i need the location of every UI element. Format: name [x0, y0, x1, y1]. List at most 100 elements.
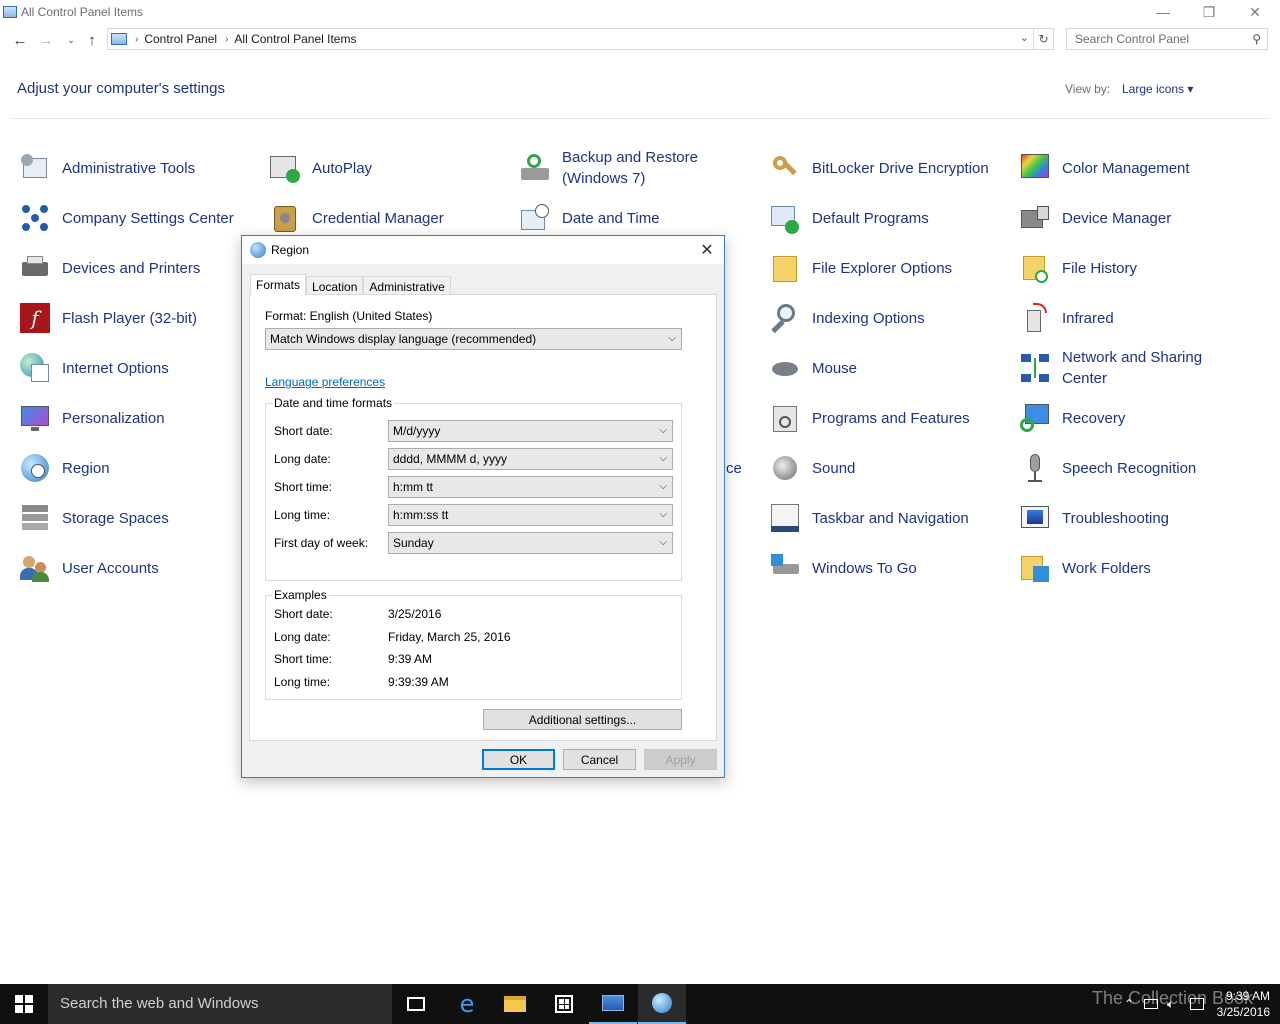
cp-item-mouse[interactable]: Mouse	[769, 348, 857, 388]
windows-to-go-icon	[769, 552, 801, 584]
work-folders-icon	[1019, 552, 1051, 584]
task-view-icon[interactable]	[392, 984, 440, 1024]
up-arrow-icon[interactable]: ↑	[82, 27, 102, 53]
close-window-button[interactable]: ✕	[1232, 0, 1278, 24]
chevron-down-icon: ⌵	[659, 453, 667, 464]
ok-button[interactable]: OK	[482, 749, 555, 770]
forward-arrow-icon[interactable]: →	[36, 27, 56, 53]
maximize-button[interactable]: ❐	[1186, 0, 1232, 24]
tab-administrative[interactable]: Administrative	[363, 276, 451, 295]
control-panel-taskbar-icon[interactable]	[589, 984, 637, 1024]
cp-item-file-history[interactable]: File History	[1019, 248, 1137, 288]
example-long-date-label: Long date:	[274, 630, 331, 644]
short-time-label: Short time:	[274, 480, 333, 494]
short-date-dropdown[interactable]: M/d/yyyy ⌵	[388, 420, 673, 442]
long-date-dropdown[interactable]: dddd, MMMM d, yyyy ⌵	[388, 448, 673, 470]
cp-item-flash-player[interactable]: f Flash Player (32-bit)	[19, 298, 197, 338]
taskbar-search-input[interactable]: Search the web and Windows	[48, 984, 392, 1024]
header-divider	[12, 118, 1268, 119]
cp-item-region[interactable]: Region	[19, 448, 110, 488]
cp-item-user-accounts[interactable]: User Accounts	[19, 548, 159, 588]
speaker-icon	[769, 452, 801, 484]
device-manager-icon	[1019, 202, 1051, 234]
cp-item-color-management[interactable]: Color Management	[1019, 148, 1190, 188]
cp-item-taskbar-and-navigation[interactable]: Taskbar and Navigation	[769, 498, 969, 538]
edge-browser-icon[interactable]: e	[443, 984, 491, 1024]
example-short-date-label: Short date:	[274, 607, 333, 621]
store-icon[interactable]	[540, 984, 588, 1024]
search-input[interactable]: Search Control Panel ⚲	[1066, 28, 1268, 50]
network-tray-icon[interactable]	[1144, 984, 1158, 1024]
region-taskbar-icon[interactable]	[638, 984, 686, 1024]
tab-formats[interactable]: Formats	[250, 274, 307, 295]
cp-item-date-and-time[interactable]: Date and Time	[519, 198, 660, 238]
cp-item-network-and-sharing[interactable]: Network and Sharing Center	[1019, 348, 1232, 388]
breadcrumb-chevron-icon[interactable]: ›	[135, 34, 138, 45]
cp-item-bitlocker[interactable]: BitLocker Drive Encryption	[769, 148, 989, 188]
cp-item-company-settings-center[interactable]: Company Settings Center	[19, 198, 234, 238]
cp-item-backup-and-restore[interactable]: Backup and Restore (Windows 7)	[519, 148, 712, 188]
cp-item-windows-to-go[interactable]: Windows To Go	[769, 548, 917, 588]
minimize-button[interactable]: —	[1140, 0, 1186, 24]
first-day-of-week-dropdown[interactable]: Sunday ⌵	[388, 532, 673, 554]
cp-item-recovery[interactable]: Recovery	[1019, 398, 1125, 438]
cp-item-administrative-tools[interactable]: Administrative Tools	[19, 148, 195, 188]
format-dropdown[interactable]: Match Windows display language (recommen…	[265, 328, 682, 350]
cp-item-infrared[interactable]: Infrared	[1019, 298, 1114, 338]
administrative-tools-icon	[19, 152, 51, 184]
cp-item-personalization[interactable]: Personalization	[19, 398, 165, 438]
cp-item-storage-spaces[interactable]: Storage Spaces	[19, 498, 169, 538]
long-time-label: Long time:	[274, 508, 331, 522]
short-time-dropdown[interactable]: h:mm tt ⌵	[388, 476, 673, 498]
address-dropdown-icon[interactable]: ⌄	[1020, 31, 1029, 44]
credential-manager-icon	[269, 202, 301, 234]
recent-locations-chevron-icon[interactable]: ⌄	[64, 27, 78, 53]
long-date-value: dddd, MMMM d, yyyy	[393, 452, 508, 466]
personalization-icon	[19, 402, 51, 434]
address-bar[interactable]: › Control Panel › All Control Panel Item…	[107, 28, 1034, 50]
start-button[interactable]	[0, 984, 48, 1024]
bitlocker-key-icon	[769, 152, 801, 184]
date-time-formats-title: Date and time formats	[272, 396, 395, 410]
long-time-dropdown[interactable]: h:mm:ss tt ⌵	[388, 504, 673, 526]
cp-item-autoplay[interactable]: AutoPlay	[269, 148, 372, 188]
cp-item-default-programs[interactable]: Default Programs	[769, 198, 929, 238]
cp-item-troubleshooting[interactable]: Troubleshooting	[1019, 498, 1169, 538]
taskbar: Search the web and Windows e The Collect…	[0, 984, 1280, 1024]
cp-item-internet-options[interactable]: Internet Options	[19, 348, 169, 388]
breadcrumb-control-panel[interactable]: Control Panel	[144, 32, 217, 46]
breadcrumb-all-items[interactable]: All Control Panel Items	[234, 32, 356, 46]
taskbar-icon	[769, 502, 801, 534]
cp-item-work-folders[interactable]: Work Folders	[1019, 548, 1151, 588]
tab-location[interactable]: Location	[306, 276, 364, 295]
show-hidden-icons-chevron-icon[interactable]: ⌃	[1124, 984, 1134, 1024]
cp-item-credential-manager[interactable]: Credential Manager	[269, 198, 444, 238]
cancel-button[interactable]: Cancel	[563, 749, 636, 770]
file-explorer-icon[interactable]	[491, 984, 539, 1024]
action-center-icon[interactable]	[1190, 984, 1204, 1024]
short-date-label: Short date:	[274, 424, 333, 438]
taskbar-clock[interactable]: 9:39 AM 3/25/2016	[1217, 988, 1270, 1020]
example-short-time-value: 9:39 AM	[388, 652, 433, 666]
cp-item-indexing-options[interactable]: Indexing Options	[769, 298, 925, 338]
cp-item-programs-and-features[interactable]: Programs and Features	[769, 398, 970, 438]
language-preferences-link[interactable]: Language preferences	[265, 375, 385, 389]
view-by-dropdown[interactable]: Large icons ▾	[1122, 82, 1193, 96]
apply-button[interactable]: Apply	[644, 749, 717, 770]
cp-item-devices-and-printers[interactable]: Devices and Printers	[19, 248, 200, 288]
first-day-of-week-value: Sunday	[393, 536, 434, 550]
search-icon: ⚲	[1252, 32, 1261, 46]
back-arrow-icon[interactable]: ←	[10, 27, 30, 53]
flash-player-icon: f	[19, 302, 51, 334]
cp-item-device-manager[interactable]: Device Manager	[1019, 198, 1171, 238]
refresh-icon[interactable]: ↻	[1034, 28, 1054, 50]
dialog-titlebar[interactable]: Region ✕	[242, 236, 724, 264]
volume-tray-icon[interactable]: 🔈︎	[1167, 984, 1174, 1024]
chevron-down-icon: ⌵	[659, 537, 667, 548]
cp-item-file-explorer-options[interactable]: File Explorer Options	[769, 248, 952, 288]
additional-settings-button[interactable]: Additional settings...	[483, 709, 682, 730]
cp-item-sound[interactable]: Sound	[769, 448, 855, 488]
cp-item-speech-recognition[interactable]: Speech Recognition	[1019, 448, 1196, 488]
dialog-close-icon[interactable]: ✕	[696, 240, 718, 260]
breadcrumb-chevron-icon[interactable]: ›	[225, 34, 228, 45]
